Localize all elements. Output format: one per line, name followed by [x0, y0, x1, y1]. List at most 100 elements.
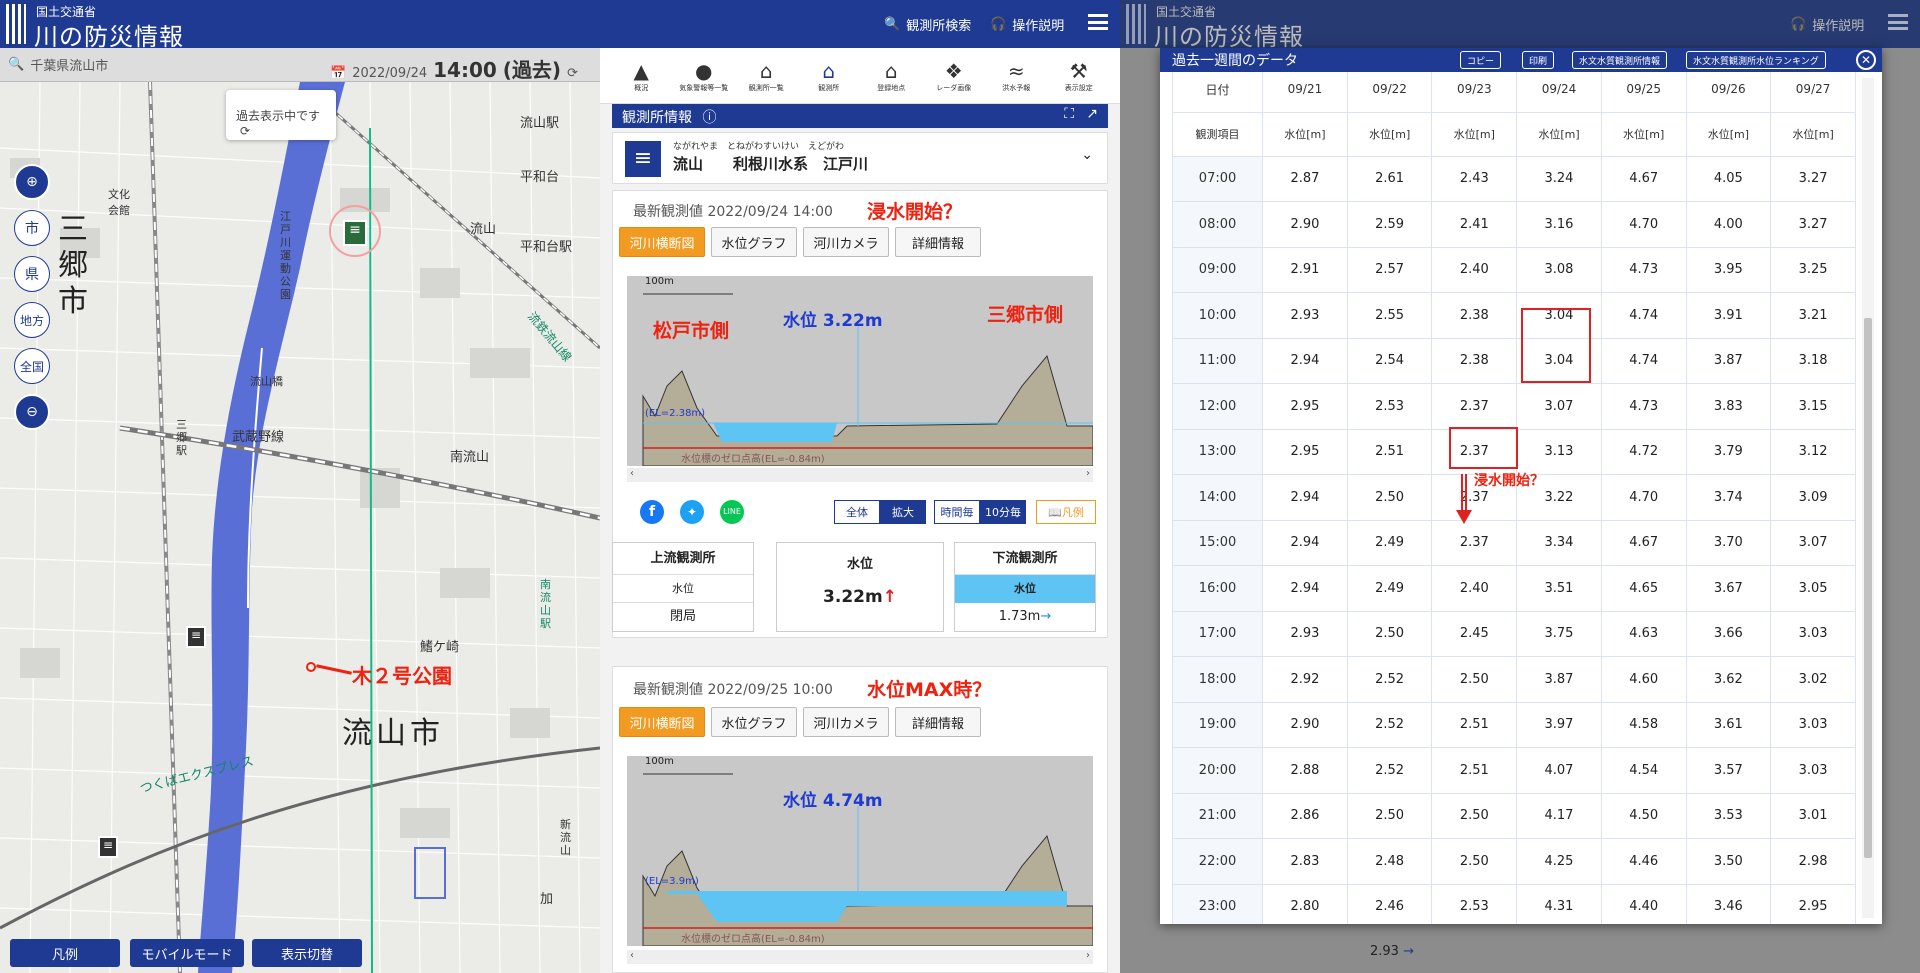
legend-button[interactable]: 凡例 — [10, 939, 120, 967]
station-marker-icon[interactable]: ≡ — [98, 836, 118, 858]
tool-station[interactable]: ⌂ 観測所 — [803, 59, 855, 93]
date-header: 09/27 — [1770, 72, 1856, 113]
value-cell: 4.31 — [1516, 883, 1602, 924]
tool-flood-forecast[interactable]: ≈ 洪水予報 — [990, 59, 1042, 93]
value-cell: 2.51 — [1431, 747, 1518, 794]
item-header-row: 観測項目 水位[m] 水位[m] 水位[m] 水位[m] 水位[m] 水位[m]… — [1171, 111, 1856, 157]
tab-river-camera[interactable]: 河川カメラ — [803, 227, 889, 257]
tool-weather-alerts[interactable]: ● 気象警報等一覧 — [678, 59, 730, 93]
map-canvas[interactable] — [0, 48, 600, 973]
map-label-culture-hall: 文化会館 — [108, 188, 130, 217]
view-zoom-button[interactable]: 拡大 — [880, 500, 926, 524]
help-link[interactable]: 🎧 操作説明 — [1790, 15, 1864, 34]
downstream-station-box[interactable]: 下流観測所 水位 1.73m→ — [954, 542, 1096, 632]
table-row: 18:00 2.92 2.52 2.50 3.87 4.60 3.62 3.02 — [1171, 656, 1856, 703]
upstream-station-box[interactable]: 上流観測所 水位 閉局 — [612, 542, 754, 632]
value-cell: 2.80 — [1262, 883, 1348, 924]
hour-cell: 22:00 — [1171, 838, 1264, 885]
house-list-icon: ⌂ — [759, 58, 773, 83]
map-area[interactable]: 🔍 千葉県流山市 📅 2022/09/24 14:00 (過去) ⟳ 過去表示中… — [0, 48, 600, 973]
station-info-header: 観測所情報 ⓘ ⛶ ↗ — [612, 104, 1108, 128]
zoom-prefecture-button[interactable]: 県 — [14, 256, 50, 292]
interval-hour-button[interactable]: 時間毎 — [934, 500, 980, 524]
zoom-nation-button[interactable]: 全国 — [14, 348, 50, 384]
mobile-mode-button[interactable]: モバイルモード — [130, 939, 244, 967]
legend-small-button[interactable]: 📖 凡例 — [1036, 500, 1096, 524]
value-cell: 2.50 — [1346, 474, 1433, 521]
tool-radar[interactable]: ❖ レーダ画像 — [928, 59, 980, 93]
close-icon[interactable]: ✕ — [1856, 50, 1876, 70]
value-cell: 2.93 — [1262, 292, 1348, 339]
cross-section-scrollbar[interactable]: ‹ › — [627, 950, 1093, 964]
display-toggle-button[interactable]: 表示切替 — [252, 939, 362, 967]
table-row: 11:00 2.94 2.54 2.38 3.04 4.74 3.87 3.18 — [1171, 337, 1856, 384]
value-cell: 3.07 — [1770, 519, 1856, 566]
help-link[interactable]: 🎧 操作説明 — [990, 15, 1064, 34]
value-cell: 3.25 — [1770, 246, 1856, 293]
cross-section-scrollbar[interactable]: ‹ › — [627, 468, 1093, 482]
help-circle-icon[interactable]: ⓘ — [702, 110, 716, 126]
tool-overview[interactable]: ▲ 概況 — [615, 59, 667, 93]
facebook-icon[interactable]: f — [640, 500, 664, 524]
refresh-icon[interactable]: ⟳ — [567, 66, 578, 81]
copy-button[interactable]: コピー — [1460, 51, 1502, 69]
cross-section-diagram-1[interactable]: 100m 松戸市側 水位 3.22m 三郷市側 (EL=2.38m) 水位標のゼ… — [627, 276, 1093, 466]
line-icon[interactable]: LINE — [720, 500, 744, 524]
value-cell: 4.05 — [1685, 155, 1772, 202]
station-info-title: 観測所情報 — [622, 110, 692, 126]
station-marker-nagareyama-icon[interactable]: ≡ — [343, 220, 367, 246]
table-row: 20:00 2.88 2.52 2.51 4.07 4.54 3.57 3.03 — [1171, 747, 1856, 794]
tool-display-settings[interactable]: ⚒ 表示設定 — [1053, 59, 1105, 93]
zoom-out-icon[interactable]: ⊖ — [14, 394, 50, 430]
latest-observation-label: 最新観測値 2022/09/24 14:00 — [633, 204, 833, 220]
tool-label: 登録地点 — [877, 83, 906, 92]
map-search-bar[interactable]: 🔍 千葉県流山市 📅 2022/09/24 14:00 (過去) ⟳ — [0, 48, 600, 82]
map-datetime[interactable]: 📅 2022/09/24 14:00 (過去) ⟳ — [330, 54, 578, 83]
external-link-icon[interactable]: ↗ — [1086, 106, 1098, 122]
zoom-city-button[interactable]: 市 — [14, 210, 50, 246]
tool-label: 洪水予報 — [1002, 83, 1031, 92]
hour-cell: 11:00 — [1171, 337, 1264, 384]
value-cell: 2.55 — [1346, 292, 1433, 339]
hydro-station-info-button[interactable]: 水文水質観測所情報 — [1572, 51, 1668, 69]
station-search-link[interactable]: 🔍 観測所検索 — [884, 15, 971, 34]
hamburger-menu-icon[interactable] — [1088, 14, 1108, 30]
tab-cross-section[interactable]: 河川横断図 — [619, 707, 705, 737]
print-button[interactable]: 印刷 — [1522, 51, 1555, 69]
table-viewport[interactable]: 日付 09/21 09/22 09/23 09/24 09/25 09/26 0… — [1160, 72, 1882, 924]
app-title[interactable]: 川の防災情報 — [34, 17, 184, 52]
panel-toolbar: ▲ 概況 ● 気象警報等一覧 ⌂ 観測所一覧 ⌂ 観測所 ⌂ 登録地点 ❖ レーダ画像 ≈ 洪… — [600, 48, 1120, 104]
view-all-button[interactable]: 全体 — [834, 500, 880, 524]
scrollbar-thumb[interactable] — [1864, 318, 1872, 858]
zoom-in-icon[interactable]: ⊕ — [14, 164, 50, 200]
station-selector[interactable]: ≡ ながれやま とねがわすいけい えどがわ 流山 利根川水系 江戸川 ⌄ — [612, 132, 1108, 184]
interval-10min-button[interactable]: 10分毎 — [980, 500, 1026, 524]
hour-cell: 08:00 — [1171, 201, 1264, 248]
zoom-region-button[interactable]: 地方 — [14, 302, 50, 338]
map-location-label[interactable]: 千葉県流山市 — [30, 55, 108, 74]
tool-registered-points[interactable]: ⌂ 登録地点 — [865, 59, 917, 93]
twitter-icon[interactable]: ✦ — [680, 500, 704, 524]
tab-cross-section[interactable]: 河川横断図 — [619, 227, 705, 257]
hydro-ranking-button[interactable]: 水文水質観測所水位ランキング — [1686, 51, 1826, 69]
current-level-row: 3.22m↑ — [777, 587, 943, 607]
cross-section-diagram-2[interactable]: 100m 水位 4.74m (EL=3.9m) 水位標のゼロ点高(EL=-0.8… — [627, 756, 1093, 946]
value-cell: 2.94 — [1262, 519, 1348, 566]
station-marker-icon[interactable]: ≡ — [186, 626, 206, 648]
refresh-icon[interactable]: ⟳ — [240, 124, 250, 138]
tab-detail-info[interactable]: 詳細情報 — [895, 707, 981, 737]
fullscreen-icon[interactable]: ⛶ — [1064, 106, 1074, 122]
tool-station-list[interactable]: ⌂ 観測所一覧 — [740, 59, 792, 93]
value-cell: 3.03 — [1770, 701, 1856, 748]
hamburger-menu-icon[interactable] — [1888, 14, 1908, 30]
value-cell: 2.46 — [1346, 883, 1433, 924]
value-cell: 4.74 — [1600, 292, 1687, 339]
latest-observation-label: 最新観測値 2022/09/25 10:00 — [633, 682, 833, 698]
table-scrollbar[interactable] — [1862, 78, 1874, 918]
tab-detail-info[interactable]: 詳細情報 — [895, 227, 981, 257]
chevron-down-icon[interactable]: ⌄ — [1081, 147, 1093, 163]
tab-river-camera[interactable]: 河川カメラ — [803, 707, 889, 737]
value-cell: 4.17 — [1516, 792, 1602, 839]
tab-water-level-graph[interactable]: 水位グラフ — [711, 707, 797, 737]
tab-water-level-graph[interactable]: 水位グラフ — [711, 227, 797, 257]
